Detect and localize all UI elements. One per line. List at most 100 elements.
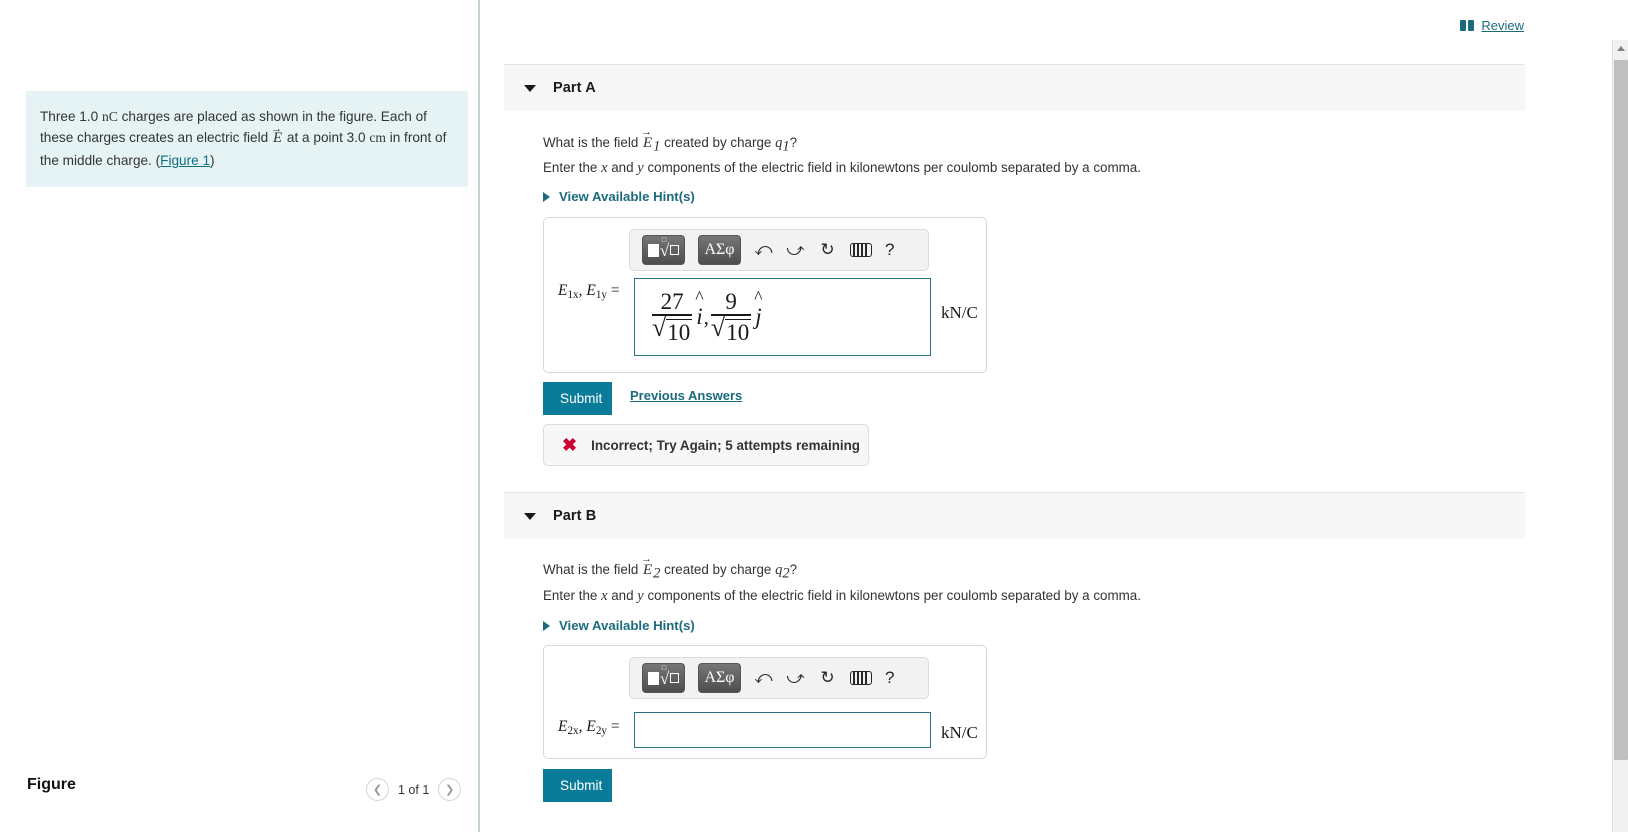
answer-label-e2: E — [586, 282, 596, 299]
part-a-units: kN/C — [941, 303, 978, 322]
part-b-question: What is the field E2 created by charge q… — [543, 562, 797, 583]
reset-icon[interactable]: ↻ — [818, 667, 837, 689]
review-bar: Review — [1460, 18, 1524, 33]
chevron-left-icon[interactable]: ❮ — [366, 778, 389, 801]
instruction-part3: components of the electric field in kilo… — [643, 160, 1141, 175]
part-b-hints-toggle[interactable]: View Available Hint(s) — [543, 618, 695, 633]
denominator-sqrt10-b: √ 10 — [710, 312, 752, 345]
problem-text-part3: at a point 3.0 — [283, 130, 370, 146]
reset-icon[interactable]: ↻ — [818, 239, 837, 261]
review-link[interactable]: Review — [1481, 18, 1524, 33]
vertical-scrollbar[interactable] — [1612, 40, 1628, 832]
hint-label: View Available Hint(s) — [559, 189, 695, 204]
nth-root-icon: □ √ — [660, 236, 680, 259]
fraction-term-2: 9 √ 10 — [710, 289, 752, 345]
part-a-instruction: Enter the x and y components of the elec… — [543, 160, 1141, 177]
part-a-question: What is the field E1 created by charge q… — [543, 135, 797, 156]
x-mark-icon: ✖ — [562, 435, 578, 455]
question-mid: created by charge — [660, 135, 776, 150]
status-text: Incorrect; Try Again; 5 attempts remaini… — [591, 437, 860, 453]
numerator-27: 27 — [660, 289, 684, 315]
problem-statement: Three 1.0 nC charges are placed as shown… — [26, 91, 468, 188]
unit-vector-i-hat: ^ i — [695, 287, 704, 329]
problem-text-part5: ) — [210, 153, 215, 169]
caret-down-icon[interactable] — [524, 84, 536, 92]
unit-vector-j-hat: ^ j — [754, 287, 763, 329]
part-b-answer-label: E2x, E2y = — [558, 718, 620, 737]
part-a-math-toolbar: □ √ ΑΣφ ⤺ ⤻ ↻ ? — [629, 229, 929, 271]
problem-text-part1: Three 1.0 — [40, 109, 102, 124]
equals-sign: = — [610, 718, 620, 735]
part-a-answer-input[interactable]: 27 √ 10 ^ i , 9 √ 10 ^ j — [634, 278, 931, 356]
redo-icon[interactable]: ⤻ — [786, 239, 805, 261]
undo-icon[interactable]: ⤺ — [754, 667, 773, 689]
caret-down-icon[interactable] — [524, 512, 536, 520]
part-b-submit-button[interactable]: Submit — [543, 769, 612, 802]
part-a-submit-button[interactable]: Submit — [543, 382, 612, 415]
answer-label-sub-2y: 2y — [595, 724, 607, 737]
figure-pane: Three 1.0 nC charges are placed as shown… — [0, 0, 480, 832]
unit-centimeter: cm — [369, 130, 386, 146]
part-b-title: Part B — [553, 508, 597, 524]
answer-label-sub-2x: 2x — [567, 724, 579, 737]
part-b-units: kN/C — [941, 723, 978, 742]
part-a-status-badge: ✖ Incorrect; Try Again; 5 attempts remai… — [543, 424, 869, 466]
instruction-part2: and — [607, 160, 638, 175]
figure-counter: 1 of 1 — [398, 782, 430, 797]
field-symbol-e2: E — [642, 562, 653, 578]
instruction-part1: Enter the — [543, 588, 602, 603]
help-icon[interactable]: ? — [885, 240, 894, 260]
question-mid: created by charge — [660, 562, 776, 577]
question-suffix: ? — [789, 135, 798, 150]
keyboard-icon[interactable] — [850, 671, 872, 685]
scrollbar-thumb[interactable] — [1614, 60, 1628, 760]
instruction-part1: Enter the — [543, 160, 602, 175]
field-symbol-e1: E — [642, 135, 653, 151]
sqrt-template-button[interactable]: □ √ — [642, 663, 685, 693]
part-a-hints-toggle[interactable]: View Available Hint(s) — [543, 189, 695, 204]
charge-subscript-1: 1 — [782, 138, 790, 155]
book-icon — [1460, 20, 1475, 31]
greek-symbols-button[interactable]: ΑΣφ — [698, 235, 741, 265]
part-b-header[interactable]: Part B — [504, 492, 1525, 539]
part-b-math-toolbar: □ √ ΑΣφ ⤺ ⤻ ↻ ? — [629, 657, 929, 699]
electric-field-symbol: E — [272, 130, 283, 146]
answer-label-sub-1y: 1y — [595, 288, 607, 301]
square-placeholder-icon — [647, 243, 659, 257]
denominator-sqrt10: √ 10 — [652, 312, 693, 345]
figure-1-link[interactable]: Figure 1 — [160, 153, 210, 168]
redo-icon[interactable]: ⤻ — [786, 667, 805, 689]
part-a-answer-expression: 27 √ 10 ^ i , 9 √ 10 ^ j — [635, 279, 930, 355]
unit-nanocoulomb: nC — [101, 109, 118, 124]
caret-right-icon — [543, 191, 550, 202]
scroll-up-arrow-icon[interactable] — [1613, 40, 1628, 57]
figure-navigation: ❮ 1 of 1 ❯ — [366, 778, 462, 801]
chevron-right-icon[interactable]: ❯ — [438, 778, 462, 801]
part-a-header[interactable]: Part A — [504, 64, 1525, 111]
undo-icon[interactable]: ⤺ — [754, 239, 773, 261]
greek-symbols-button[interactable]: ΑΣφ — [698, 663, 741, 693]
part-a-answer-panel: □ √ ΑΣφ ⤺ ⤻ ↻ ? E1x, E1y = 27 √ 10 ^ i ,… — [543, 217, 987, 373]
help-icon[interactable]: ? — [885, 668, 894, 688]
question-prefix: What is the field — [543, 135, 642, 150]
instruction-part3: components of the electric field in kilo… — [643, 588, 1141, 603]
keyboard-icon[interactable] — [850, 243, 872, 257]
figure-title: Figure — [27, 776, 76, 793]
question-prefix: What is the field — [543, 562, 642, 577]
instruction-part2: and — [607, 588, 638, 603]
sqrt-template-button[interactable]: □ √ — [642, 235, 685, 265]
part-b-answer-panel: □ √ ΑΣφ ⤺ ⤻ ↻ ? E2x, E2y = kN/C — [543, 645, 987, 759]
part-a-previous-answers-link[interactable]: Previous Answers — [630, 388, 742, 403]
part-b-answer-input[interactable] — [634, 712, 931, 748]
question-suffix: ? — [789, 562, 798, 577]
numerator-9: 9 — [725, 289, 737, 315]
answer-label-sub-1x: 1x — [567, 288, 579, 301]
caret-right-icon — [543, 620, 550, 631]
assignment-pane: Review Part A What is the field E 1 creat… — [482, 0, 1628, 832]
fraction-term-1: 27 √ 10 — [652, 289, 693, 345]
charge-subscript-2: 2 — [782, 565, 790, 582]
answer-label-e2: E — [586, 718, 596, 735]
square-placeholder-icon — [647, 671, 659, 685]
nth-root-icon: □ √ — [660, 664, 680, 687]
part-b-answer-expression — [635, 713, 930, 747]
